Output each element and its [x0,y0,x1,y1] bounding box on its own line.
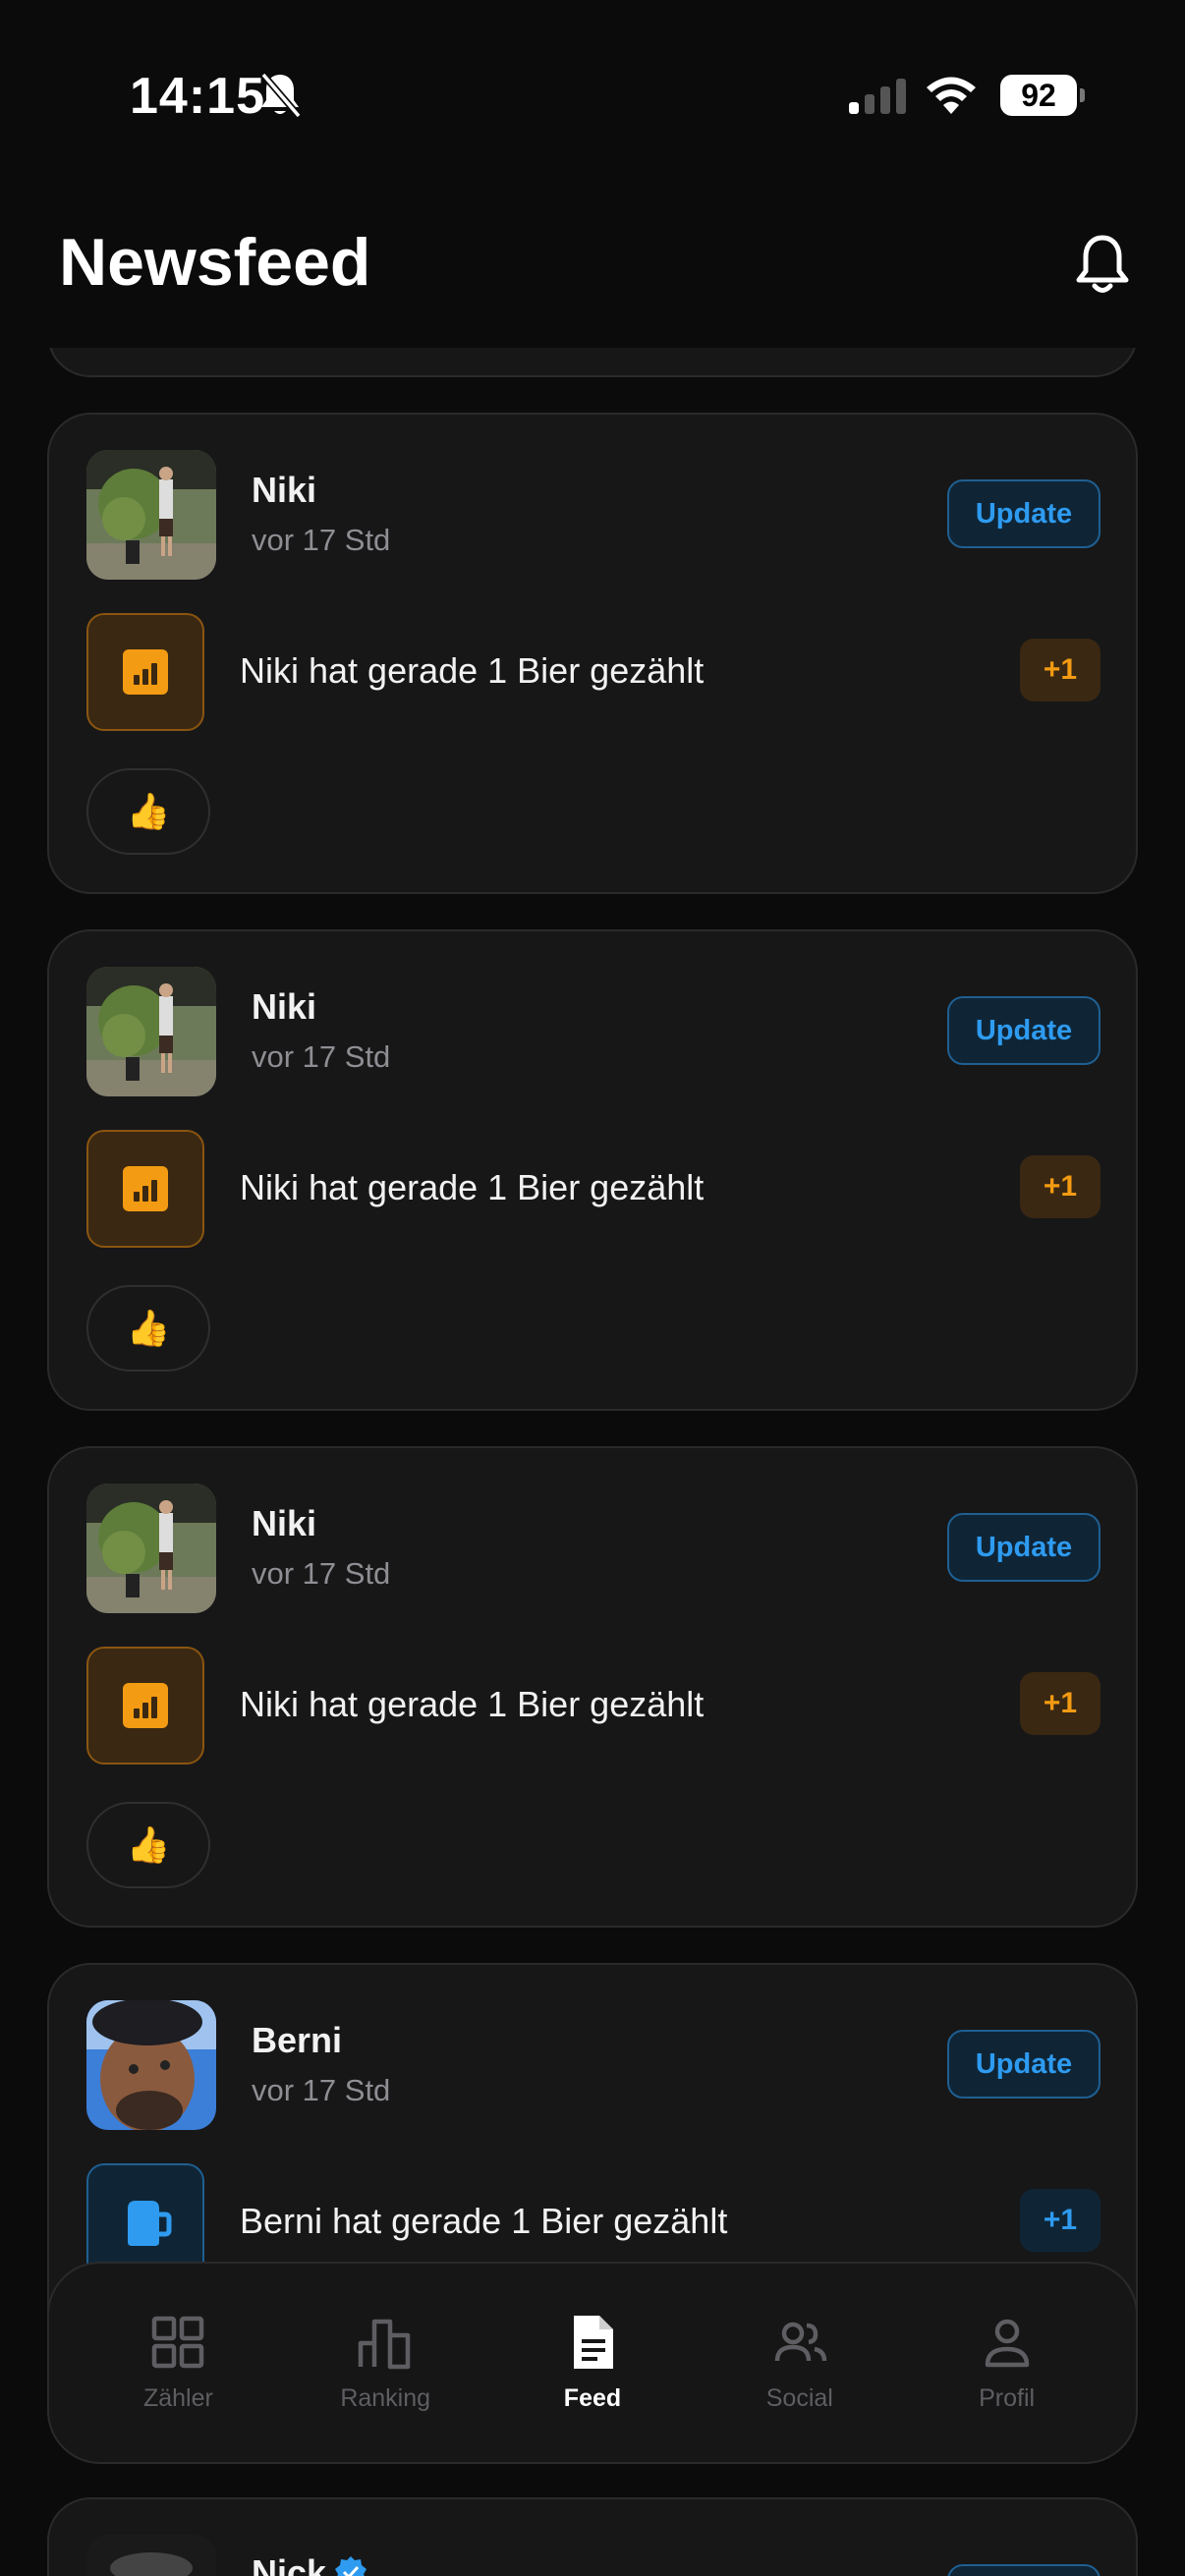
beer-count-icon [86,613,204,731]
person-icon [985,2319,1029,2367]
user-name[interactable]: Nick [252,2552,367,2576]
activity-text: Niki hat gerade 1 Bier gezählt [240,1167,705,1207]
feed-card: Niki vor 17 Std Update Niki hat gerade 1… [47,929,1138,1411]
activity-text: Berni hat gerade 1 Bier gezählt [240,2201,728,2241]
activity-text: Niki hat gerade 1 Bier gezählt [240,650,705,691]
notification-bell-icon[interactable] [1073,234,1132,297]
verified-badge-icon [335,2556,367,2576]
tab-zaehler[interactable]: Zähler [85,2314,271,2413]
user-name[interactable]: Niki [252,986,316,1028]
avatar[interactable] [86,2535,216,2576]
bar-chart-icon [358,2319,411,2369]
status-time: 14:15 [130,68,265,125]
tab-label: Ranking [340,2383,431,2412]
avatar[interactable] [86,1484,216,1613]
user-name-text: Nick [252,2552,327,2576]
tab-label: Zähler [142,2383,213,2412]
people-icon [774,2322,827,2361]
wifi-icon [927,77,976,114]
tab-label: Feed [563,2383,622,2412]
count-badge: +1 [1020,639,1100,701]
feed-card: Niki vor 17 Std Update Niki hat gerade 1… [47,413,1138,894]
thumbs-up-reaction-button[interactable]: 👍 [86,1285,210,1372]
tab-feed[interactable]: Feed [499,2314,686,2413]
feed-card: Nick [47,2497,1138,2576]
feed-card: Niki vor 17 Std Update Niki hat gerade 1… [47,1446,1138,1928]
page-header: Newsfeed [0,187,1185,348]
document-icon [573,2315,613,2369]
avatar[interactable] [86,2000,216,2130]
thumbs-up-reaction-button[interactable]: 👍 [86,1802,210,1888]
beer-count-icon [86,1647,204,1764]
user-name[interactable]: Niki [252,470,316,511]
thumbs-up-reaction-button[interactable]: 👍 [86,768,210,855]
tab-profil[interactable]: Profil [914,2314,1100,2413]
tab-label: Profil [979,2383,1036,2412]
grid-icon [152,2316,204,2368]
page-title: Newsfeed [59,225,371,300]
count-badge: +1 [1020,1672,1100,1735]
post-time: vor 17 Std [252,1039,391,1074]
tab-social[interactable]: Social [706,2314,893,2413]
update-button[interactable]: Update [947,2030,1100,2099]
feed-list: Niki vor 17 Std Update Niki hat gerade 1… [47,261,1138,2480]
tab-label: Social [765,2383,833,2412]
count-badge: +1 [1020,2189,1100,2252]
bottom-tab-bar: Zähler Ranking Feed Social Profil [47,2262,1138,2464]
battery-indicator: 92 [1000,75,1085,116]
post-time: vor 17 Std [252,1556,391,1591]
post-time: vor 17 Std [252,2073,391,2107]
update-button[interactable] [947,2564,1100,2576]
user-name[interactable]: Niki [252,1503,316,1544]
tab-ranking[interactable]: Ranking [292,2314,479,2413]
bell-slash-icon [260,72,302,119]
post-time: vor 17 Std [252,523,391,557]
cellular-signal-icon [849,79,906,114]
update-button[interactable]: Update [947,996,1100,1065]
beer-count-icon [86,1130,204,1248]
user-name[interactable]: Berni [252,2020,342,2061]
update-button[interactable]: Update [947,1513,1100,1582]
avatar[interactable] [86,450,216,580]
update-button[interactable]: Update [947,479,1100,548]
status-bar: 14:15 92 [0,0,1185,187]
count-badge: +1 [1020,1155,1100,1218]
avatar[interactable] [86,967,216,1096]
activity-text: Niki hat gerade 1 Bier gezählt [240,1684,705,1724]
